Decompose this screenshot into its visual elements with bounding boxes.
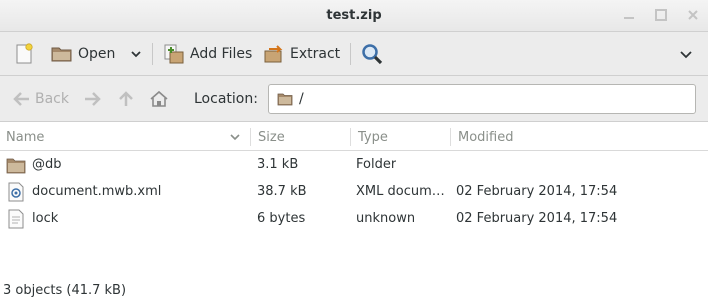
chevron-down-icon xyxy=(131,51,142,58)
location-field[interactable]: / xyxy=(268,84,696,114)
close-button[interactable] xyxy=(682,5,704,25)
folder-icon xyxy=(6,151,26,178)
file-type: Folder xyxy=(356,157,397,172)
column-separator[interactable] xyxy=(450,128,451,146)
search-button[interactable] xyxy=(360,32,384,76)
maximize-button[interactable] xyxy=(650,5,672,25)
column-separator[interactable] xyxy=(250,128,251,146)
toolbar-separator xyxy=(152,43,153,65)
up-arrow-icon xyxy=(119,91,133,106)
extract-icon xyxy=(264,45,283,63)
new-archive-button[interactable] xyxy=(12,32,36,76)
file-name: lock xyxy=(32,211,59,226)
column-name-label: Name xyxy=(6,129,45,145)
back-arrow-icon xyxy=(13,92,29,106)
open-folder-icon xyxy=(51,47,72,62)
toolbar: Open Add Files Extract xyxy=(0,32,708,76)
file-type: unknown xyxy=(356,211,416,226)
file-size: 38.7 kB xyxy=(257,184,307,199)
column-type-label: Type xyxy=(358,129,388,145)
title-bar: test.zip xyxy=(0,0,708,32)
column-size-label: Size xyxy=(258,129,285,145)
back-label: Back xyxy=(35,91,69,107)
file-type: XML docum… xyxy=(356,184,445,199)
column-size[interactable]: Size xyxy=(252,123,350,151)
sort-chevron-icon xyxy=(230,134,240,141)
menu-button[interactable] xyxy=(678,32,694,76)
close-icon xyxy=(688,10,698,20)
column-name[interactable]: Name xyxy=(0,123,250,151)
add-files-button[interactable]: Add Files xyxy=(162,32,252,76)
extract-label: Extract xyxy=(290,46,341,62)
toolbar-separator xyxy=(350,43,351,65)
list-item[interactable]: lock 6 bytes unknown 02 February 2014, 1… xyxy=(0,205,708,232)
up-button[interactable] xyxy=(116,76,136,122)
open-button[interactable]: Open xyxy=(50,32,143,76)
new-archive-icon xyxy=(16,43,33,64)
list-item[interactable]: @db 3.1 kB Folder xyxy=(0,151,708,178)
column-type[interactable]: Type xyxy=(352,123,450,151)
search-icon xyxy=(362,44,383,65)
add-files-icon xyxy=(164,44,184,64)
add-files-label: Add Files xyxy=(190,46,253,62)
window-title: test.zip xyxy=(326,8,382,23)
text-file-icon xyxy=(7,205,25,232)
file-name: document.mwb.xml xyxy=(32,184,162,199)
file-size: 6 bytes xyxy=(257,211,306,226)
list-item[interactable]: document.mwb.xml 38.7 kB XML docum… 02 F… xyxy=(0,178,708,205)
xml-file-icon xyxy=(7,178,25,205)
file-modified: 02 February 2014, 17:54 xyxy=(456,211,618,226)
column-modified-label: Modified xyxy=(458,129,514,145)
minimize-button[interactable] xyxy=(618,5,640,25)
file-name: @db xyxy=(32,157,62,172)
home-icon xyxy=(150,90,168,107)
column-header: Name Size Type Modified xyxy=(0,123,708,151)
folder-icon xyxy=(277,93,293,106)
column-separator[interactable] xyxy=(350,128,351,146)
file-modified: 02 February 2014, 17:54 xyxy=(456,184,618,199)
location-value: / xyxy=(299,91,304,107)
open-label: Open xyxy=(78,46,116,62)
status-bar-text: 3 objects (41.7 kB) xyxy=(3,283,127,298)
location-label: Location: xyxy=(194,91,258,107)
back-button[interactable]: Back xyxy=(12,76,69,122)
forward-arrow-icon xyxy=(85,92,101,106)
chevron-down-icon xyxy=(680,51,692,59)
maximize-icon xyxy=(655,9,667,21)
file-size: 3.1 kB xyxy=(257,157,299,172)
home-button[interactable] xyxy=(148,76,170,122)
column-modified[interactable]: Modified xyxy=(452,123,708,151)
extract-button[interactable]: Extract xyxy=(262,32,340,76)
forward-button[interactable] xyxy=(82,76,102,122)
minimize-icon xyxy=(624,17,634,19)
